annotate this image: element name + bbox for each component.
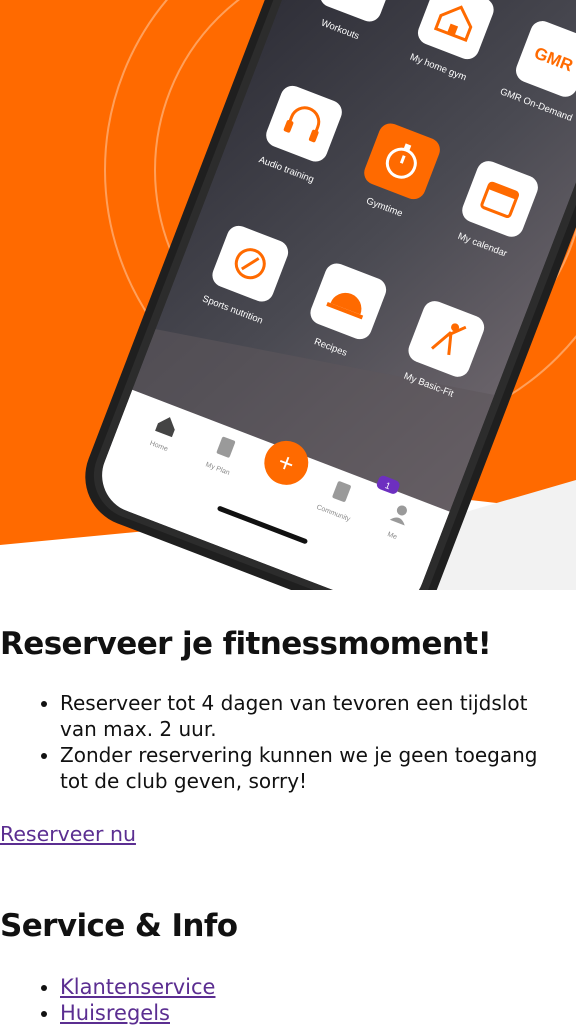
reserve-title: Reserveer je fitnessmoment! (0, 626, 492, 662)
reserve-info-item: Zonder reservering kunnen we je geen toe… (60, 742, 560, 794)
reserve-now-link[interactable]: Reserveer nu (0, 822, 136, 846)
reserve-info-list: Reserveer tot 4 dagen van tevoren een ti… (0, 690, 560, 794)
service-link-item: Klantenservice (60, 974, 215, 1000)
service-links-list: Klantenservice Huisregels (0, 974, 215, 1026)
hero-image: Workouts My home gym GMR GMR On-Demand Audio… (0, 0, 576, 590)
hero-illustration: WorkoutsMy home gym GMRGMR On-DemandAudio… (0, 0, 576, 590)
reserve-info-item: Reserveer tot 4 dagen van tevoren een ti… (60, 690, 560, 742)
customer-service-link[interactable]: Klantenservice (60, 975, 215, 999)
service-info-title: Service & Info (0, 908, 238, 944)
service-link-item: Huisregels (60, 1000, 215, 1026)
house-rules-link[interactable]: Huisregels (60, 1001, 170, 1025)
